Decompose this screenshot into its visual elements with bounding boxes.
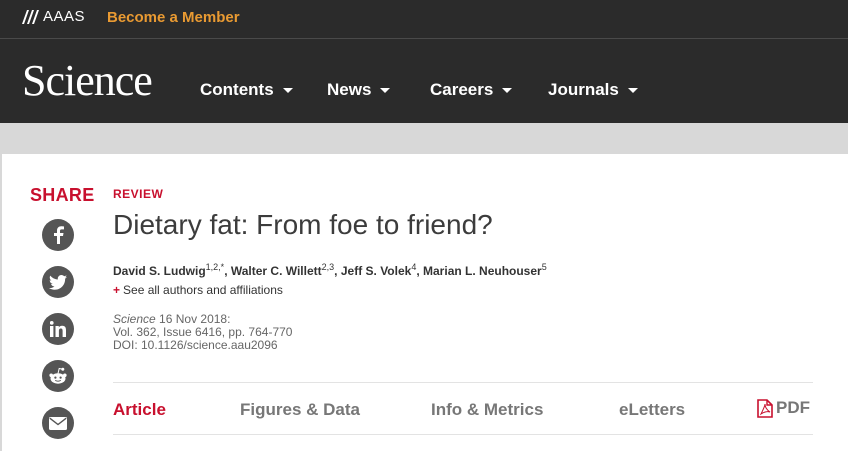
tab-article[interactable]: Article: [113, 400, 166, 420]
chevron-down-icon: [627, 87, 638, 93]
share-heading: SHARE: [30, 185, 95, 205]
science-logo[interactable]: Science: [22, 57, 153, 105]
author-affiliation: 5: [541, 262, 547, 272]
aaas-mark-icon: [22, 9, 39, 24]
top-bar: AAAS Become a Member: [0, 0, 848, 39]
twitter-icon[interactable]: [42, 266, 74, 298]
aaas-logo[interactable]: AAAS: [22, 8, 85, 25]
see-all-authors-link[interactable]: + See all authors and affiliations: [113, 283, 283, 297]
nav-news-label: News: [327, 80, 372, 99]
pdf-icon: [757, 398, 773, 418]
publish-date: 16 Nov 2018:: [159, 312, 231, 326]
pdf-label: PDF: [776, 398, 810, 417]
facebook-icon[interactable]: [42, 219, 74, 251]
tab-figures-data[interactable]: Figures & Data: [240, 400, 360, 420]
divider: [113, 382, 813, 383]
plus-icon: +: [113, 283, 121, 297]
article-type: REVIEW: [113, 187, 164, 201]
aaas-label: AAAS: [43, 8, 86, 25]
see-all-label: See all authors and affiliations: [123, 283, 283, 297]
tab-eletters[interactable]: eLetters: [619, 400, 685, 420]
chevron-down-icon: [502, 87, 513, 93]
doi[interactable]: DOI: 10.1126/science.aau2096: [113, 339, 292, 352]
citation-block: Science 16 Nov 2018: Vol. 362, Issue 641…: [113, 313, 292, 352]
chevron-down-icon: [380, 87, 391, 93]
author-name[interactable]: Marian L. Neuhouser: [423, 264, 542, 278]
nav-journals[interactable]: Journals: [548, 80, 638, 100]
email-icon[interactable]: [42, 407, 74, 439]
linkedin-icon[interactable]: [42, 313, 74, 345]
nav-careers-label: Careers: [430, 80, 494, 99]
author-affiliation: 2,3: [321, 262, 335, 272]
nav-news[interactable]: News: [327, 80, 391, 100]
nav-careers[interactable]: Careers: [430, 80, 513, 100]
journal-name: Science: [113, 312, 156, 326]
author-name[interactable]: David S. Ludwig: [113, 264, 206, 278]
author-name[interactable]: Jeff S. Volek: [341, 264, 411, 278]
author-affiliation: 1,2,*: [205, 262, 225, 272]
become-member-link[interactable]: Become a Member: [107, 9, 240, 26]
chevron-down-icon: [282, 87, 293, 93]
author-name[interactable]: Walter C. Willett: [231, 264, 322, 278]
article-title: Dietary fat: From foe to friend?: [113, 209, 493, 240]
main-nav: Science Contents News Careers Journals: [0, 39, 848, 123]
tab-info-metrics[interactable]: Info & Metrics: [431, 400, 543, 420]
nav-contents-label: Contents: [200, 80, 274, 99]
author-list: David S. Ludwig1,2,*, Walter C. Willett2…: [113, 262, 547, 278]
reddit-icon[interactable]: [42, 360, 74, 392]
nav-contents[interactable]: Contents: [200, 80, 293, 100]
pdf-button[interactable]: PDF: [757, 398, 810, 418]
nav-journals-label: Journals: [548, 80, 619, 99]
author-affiliation: 4: [411, 262, 417, 272]
divider: [113, 434, 813, 435]
